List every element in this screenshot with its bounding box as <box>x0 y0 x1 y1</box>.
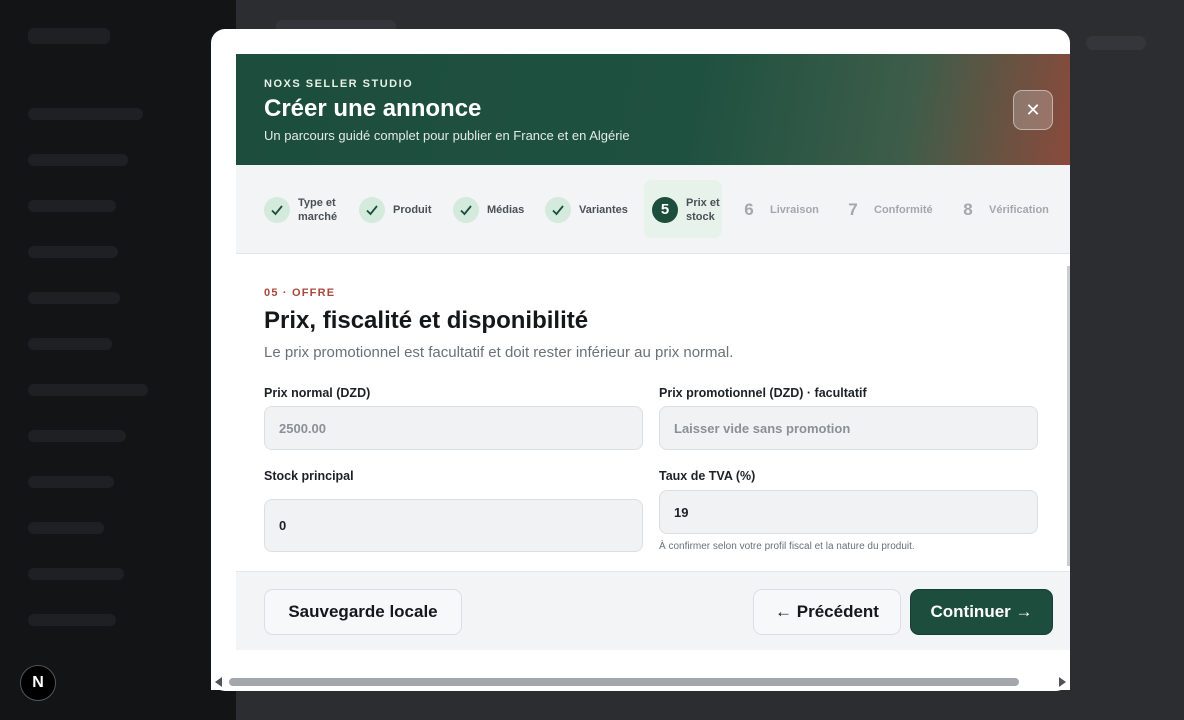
background-sidebar <box>0 0 236 720</box>
step-label: Type et marché <box>298 196 338 223</box>
background-placeholder <box>28 200 116 212</box>
background-placeholder <box>28 292 120 304</box>
background-placeholder <box>28 154 128 166</box>
check-icon <box>453 196 479 223</box>
price-input[interactable]: 2500.00 <box>264 406 643 450</box>
stock-label: Stock principal <box>264 469 354 483</box>
stock-input[interactable]: 0 <box>264 499 643 552</box>
brand-name: NOXS SELLER STUDIO <box>264 78 414 90</box>
step-produit[interactable]: Produit <box>359 165 432 254</box>
save-local-button[interactable]: Sauvegarde locale <box>264 589 462 635</box>
promo-price-label: Prix promotionnel (DZD) · facultatif <box>659 386 867 400</box>
step-type-et-marche[interactable]: Type et marché <box>264 165 344 254</box>
modal-subtitle: Un parcours guidé complet pour publier e… <box>264 128 630 143</box>
step-label: Conformité <box>874 203 933 216</box>
step-conformite[interactable]: 7 Conformité <box>840 165 933 254</box>
background-placeholder <box>28 338 112 350</box>
step-verification[interactable]: 8 Vérification <box>955 165 1049 254</box>
step-label: Livraison <box>770 203 819 216</box>
create-listing-modal: NOXS SELLER STUDIO Créer une annonce Un … <box>211 29 1070 691</box>
close-icon: ✕ <box>1025 99 1041 120</box>
background-placeholder <box>1086 36 1146 50</box>
continue-button[interactable]: Continuer → <box>910 589 1053 635</box>
step-medias[interactable]: Médias <box>453 165 524 254</box>
vertical-scrollbar[interactable] <box>1067 266 1070 566</box>
step-variantes[interactable]: Variantes <box>545 165 628 254</box>
background-placeholder <box>28 522 104 534</box>
step-number: 6 <box>744 199 754 219</box>
background-placeholder <box>28 384 148 396</box>
modal-content: NOXS SELLER STUDIO Créer une annonce Un … <box>236 54 1070 674</box>
close-button[interactable]: ✕ <box>1013 90 1053 130</box>
vat-label: Taux de TVA (%) <box>659 469 756 483</box>
step-label: Produit <box>393 203 432 216</box>
background-placeholder <box>28 28 110 44</box>
modal-title: Créer une annonce <box>264 95 482 122</box>
background-placeholder <box>28 430 126 442</box>
step-number: 5 <box>652 196 678 223</box>
stepper: Type et marché Produit Médias Variantes <box>236 165 1070 254</box>
step-number: 8 <box>963 199 973 219</box>
step-prix-et-stock[interactable]: 5 Prix et stock <box>644 165 722 254</box>
scroll-left-icon[interactable] <box>215 677 222 687</box>
modal-footer: Sauvegarde locale ← Précédent Continuer … <box>236 571 1070 650</box>
section-description: Le prix promotionnel est facultatif et d… <box>264 344 734 361</box>
step-label: Médias <box>487 203 525 216</box>
scroll-right-icon[interactable] <box>1059 677 1066 687</box>
background-placeholder <box>28 246 118 258</box>
framework-badge[interactable]: N <box>20 665 56 701</box>
previous-button[interactable]: ← Précédent <box>753 589 901 635</box>
background-placeholder <box>28 614 116 626</box>
step-number: 7 <box>848 199 858 219</box>
check-icon <box>545 196 571 223</box>
step-label: Prix et stock <box>686 196 720 223</box>
promo-price-input[interactable]: Laisser vide sans promotion <box>659 406 1038 450</box>
check-icon <box>359 196 385 223</box>
step-label: Vérification <box>989 203 1049 216</box>
vat-input[interactable]: 19 <box>659 490 1038 534</box>
horizontal-scrollbar[interactable] <box>211 674 1070 690</box>
price-label: Prix normal (DZD) <box>264 386 371 400</box>
step-label: Variantes <box>579 203 628 216</box>
scrollbar-thumb[interactable] <box>229 678 1019 686</box>
background-placeholder <box>28 108 143 120</box>
vat-hint: À confirmer selon votre profil fiscal et… <box>659 541 915 552</box>
background-placeholder <box>28 476 114 488</box>
section-tag: 05 · OFFRE <box>264 287 336 299</box>
modal-header: NOXS SELLER STUDIO Créer une annonce Un … <box>236 54 1070 165</box>
step-livraison[interactable]: 6 Livraison <box>736 165 819 254</box>
section-title: Prix, fiscalité et disponibilité <box>264 307 589 334</box>
background-placeholder <box>28 568 124 580</box>
check-icon <box>264 196 290 223</box>
